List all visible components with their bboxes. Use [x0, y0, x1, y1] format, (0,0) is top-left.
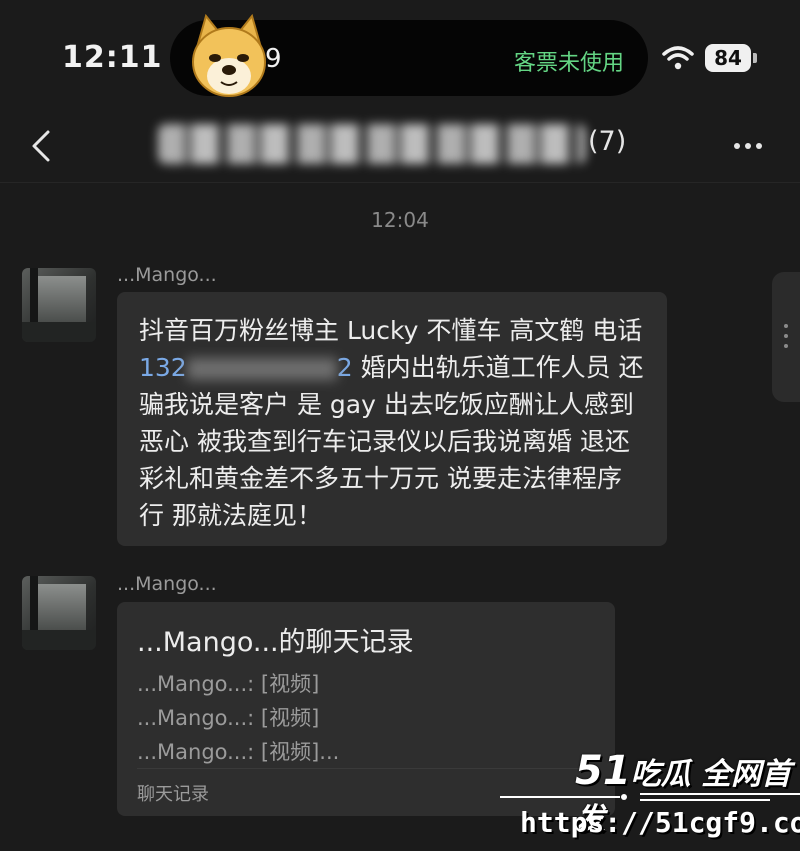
chat-record-line: ...Mango...: [视频]	[137, 672, 320, 696]
chat-record-title: ...Mango...的聊天记录	[137, 627, 414, 658]
message-text: 抖音百万粉丝博主 Lucky 不懂车 高文鹤 电话132 2 婚内出轨乐道工作人员…	[139, 312, 651, 534]
battery-icon: 84	[705, 44, 751, 72]
wifi-icon	[662, 46, 694, 70]
clock: 12:11	[62, 40, 163, 75]
watermark-number: 51	[575, 748, 631, 794]
phone-number-tail: 2	[336, 353, 353, 382]
message-bubble[interactable]: 抖音百万粉丝博主 Lucky 不懂车 高文鹤 电话132 2 婚内出轨乐道工作人员…	[117, 292, 667, 546]
group-name-redacted	[158, 124, 586, 164]
more-dots-icon[interactable]	[734, 134, 770, 158]
ticket-status: 客票未使用	[514, 51, 625, 76]
chat-record-line: ...Mango...: [视频]...	[137, 740, 340, 764]
sender-name: ...Mango...	[117, 573, 217, 595]
watermark-lines-icon	[500, 793, 800, 801]
message-text-part: 抖音百万粉丝博主 Lucky 不懂车 高文鹤 电话	[139, 316, 643, 345]
side-drawer-handle[interactable]	[772, 272, 800, 402]
chat-header: (7)	[0, 110, 800, 183]
avatar[interactable]	[22, 576, 96, 650]
phone-number-link[interactable]: 132	[139, 353, 187, 382]
chat-record-label: 聊天记录	[137, 784, 209, 805]
avatar[interactable]	[22, 268, 96, 342]
member-count: (7)	[588, 126, 627, 157]
divider	[137, 768, 595, 769]
phone-redaction	[186, 358, 337, 380]
status-bar: 12:11 9 客票未使用 84	[0, 0, 800, 110]
watermark-url: https://51cgf9.com	[520, 806, 800, 839]
island-text: 9	[265, 44, 282, 74]
chat-record-line: ...Mango...: [视频]	[137, 706, 320, 730]
doge-sticker-icon	[192, 14, 266, 97]
chevron-left-icon[interactable]	[24, 122, 60, 170]
message-timestamp: 12:04	[371, 208, 429, 232]
sender-name: ...Mango...	[117, 264, 217, 286]
chat-record-card[interactable]: ...Mango...的聊天记录 ...Mango...: [视频] ...Ma…	[117, 602, 615, 816]
battery-nub	[753, 53, 757, 63]
